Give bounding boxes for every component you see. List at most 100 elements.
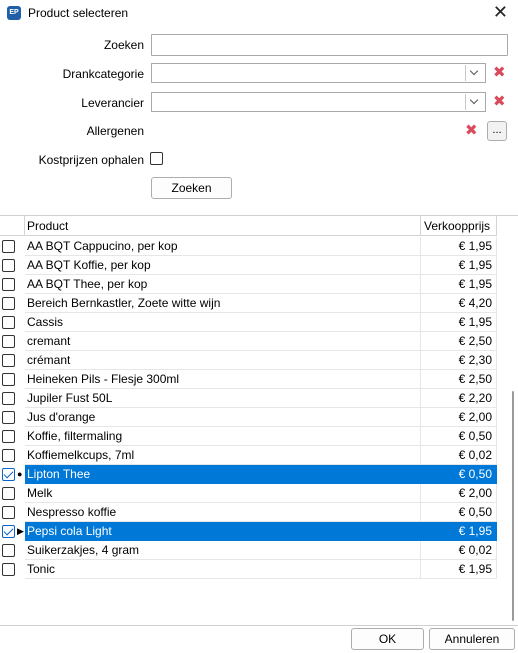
row-select-cell[interactable] — [0, 408, 17, 427]
row-select-cell[interactable] — [0, 503, 17, 522]
product-cell[interactable]: Pepsi cola Light — [25, 522, 421, 541]
row-checkbox[interactable] — [2, 487, 15, 500]
row-select-cell[interactable] — [0, 294, 17, 313]
product-cell[interactable]: Suikerzakjes, 4 gram — [25, 541, 421, 560]
table-row[interactable]: Koffiemelkcups, 7ml € 0,02 — [0, 446, 497, 465]
row-select-cell[interactable] — [0, 484, 17, 503]
product-cell[interactable]: Bereich Bernkastler, Zoete witte wijn — [25, 294, 421, 313]
table-row[interactable]: Jus d'orange € 2,00 — [0, 408, 497, 427]
price-cell[interactable]: € 0,02 — [421, 541, 497, 560]
table-row[interactable]: AA BQT Koffie, per kop € 1,95 — [0, 256, 497, 275]
row-select-cell[interactable] — [0, 351, 17, 370]
table-row[interactable]: ▶ Pepsi cola Light € 1,95 — [0, 522, 497, 541]
product-cell[interactable]: Nespresso koffie — [25, 503, 421, 522]
product-cell[interactable]: Cassis — [25, 313, 421, 332]
product-cell[interactable]: crémant — [25, 351, 421, 370]
product-cell[interactable]: Koffie, filtermaling — [25, 427, 421, 446]
cost-prices-checkbox[interactable] — [150, 152, 163, 165]
price-cell[interactable]: € 1,95 — [421, 275, 497, 294]
chevron-down-icon[interactable] — [465, 94, 483, 110]
row-select-cell[interactable] — [0, 275, 17, 294]
price-cell[interactable]: € 1,95 — [421, 313, 497, 332]
table-row[interactable]: Cassis € 1,95 — [0, 313, 497, 332]
row-checkbox[interactable] — [2, 525, 15, 538]
price-cell[interactable]: € 1,95 — [421, 560, 497, 579]
price-cell[interactable]: € 1,95 — [421, 237, 497, 256]
row-checkbox[interactable] — [2, 563, 15, 576]
row-checkbox[interactable] — [2, 297, 15, 310]
row-checkbox[interactable] — [2, 278, 15, 291]
close-icon[interactable]: ✕ — [493, 2, 508, 22]
header-price[interactable]: Verkoopprijs — [421, 216, 497, 236]
row-checkbox[interactable] — [2, 430, 15, 443]
table-row[interactable]: Nespresso koffie € 0,50 — [0, 503, 497, 522]
table-row[interactable]: AA BQT Thee, per kop € 1,95 — [0, 275, 497, 294]
row-select-cell[interactable] — [0, 560, 17, 579]
row-select-cell[interactable] — [0, 332, 17, 351]
row-checkbox[interactable] — [2, 354, 15, 367]
scrollbar-thumb[interactable] — [512, 391, 514, 621]
product-cell[interactable]: Jus d'orange — [25, 408, 421, 427]
table-row[interactable]: Jupiler Fust 50L € 2,20 — [0, 389, 497, 408]
product-cell[interactable]: Koffiemelkcups, 7ml — [25, 446, 421, 465]
price-cell[interactable]: € 1,95 — [421, 256, 497, 275]
price-cell[interactable]: € 0,02 — [421, 446, 497, 465]
product-cell[interactable]: Lipton Thee — [25, 465, 421, 484]
table-row[interactable]: Melk € 2,00 — [0, 484, 497, 503]
row-checkbox[interactable] — [2, 259, 15, 272]
table-row[interactable]: ● Lipton Thee € 0,50 — [0, 465, 497, 484]
row-select-cell[interactable] — [0, 465, 17, 484]
table-row[interactable]: crémant € 2,30 — [0, 351, 497, 370]
row-select-cell[interactable] — [0, 427, 17, 446]
table-row[interactable]: Koffie, filtermaling € 0,50 — [0, 427, 497, 446]
row-select-cell[interactable] — [0, 389, 17, 408]
row-checkbox[interactable] — [2, 411, 15, 424]
product-cell[interactable]: Heineken Pils - Flesje 300ml — [25, 370, 421, 389]
row-select-cell[interactable] — [0, 237, 17, 256]
row-select-cell[interactable] — [0, 256, 17, 275]
price-cell[interactable]: € 2,30 — [421, 351, 497, 370]
price-cell[interactable]: € 2,50 — [421, 332, 497, 351]
row-checkbox[interactable] — [2, 449, 15, 462]
search-input[interactable] — [151, 34, 508, 56]
clear-supplier-icon[interactable]: ✖ — [493, 94, 506, 110]
row-select-cell[interactable] — [0, 370, 17, 389]
price-cell[interactable]: € 2,00 — [421, 484, 497, 503]
row-select-cell[interactable] — [0, 446, 17, 465]
cancel-button[interactable]: Annuleren — [429, 628, 515, 650]
ok-button[interactable]: OK — [351, 628, 424, 650]
table-row[interactable]: Heineken Pils - Flesje 300ml € 2,50 — [0, 370, 497, 389]
price-cell[interactable]: € 0,50 — [421, 465, 497, 484]
price-cell[interactable]: € 2,00 — [421, 408, 497, 427]
row-select-cell[interactable] — [0, 313, 17, 332]
row-checkbox[interactable] — [2, 335, 15, 348]
product-cell[interactable]: Melk — [25, 484, 421, 503]
search-button[interactable]: Zoeken — [151, 177, 232, 199]
price-cell[interactable]: € 0,50 — [421, 427, 497, 446]
price-cell[interactable]: € 1,95 — [421, 522, 497, 541]
row-checkbox[interactable] — [2, 392, 15, 405]
row-checkbox[interactable] — [2, 544, 15, 557]
row-checkbox[interactable] — [2, 316, 15, 329]
clear-allergens-icon[interactable]: ✖ — [465, 123, 478, 139]
row-checkbox[interactable] — [2, 373, 15, 386]
allergens-picker-button[interactable]: ... — [487, 121, 507, 141]
table-row[interactable]: Suikerzakjes, 4 gram € 0,02 — [0, 541, 497, 560]
supplier-dropdown[interactable] — [151, 92, 486, 112]
vertical-scrollbar[interactable] — [503, 216, 518, 626]
clear-category-icon[interactable]: ✖ — [493, 65, 506, 81]
price-cell[interactable]: € 4,20 — [421, 294, 497, 313]
chevron-down-icon[interactable] — [465, 65, 483, 81]
product-cell[interactable]: Jupiler Fust 50L — [25, 389, 421, 408]
row-checkbox[interactable] — [2, 506, 15, 519]
header-product[interactable]: Product — [25, 216, 421, 236]
product-cell[interactable]: AA BQT Koffie, per kop — [25, 256, 421, 275]
table-row[interactable]: cremant € 2,50 — [0, 332, 497, 351]
row-checkbox[interactable] — [2, 240, 15, 253]
table-row[interactable]: AA BQT Cappucino, per kop € 1,95 — [0, 237, 497, 256]
product-cell[interactable]: Tonic — [25, 560, 421, 579]
row-select-cell[interactable] — [0, 522, 17, 541]
category-dropdown[interactable] — [151, 63, 486, 83]
row-select-cell[interactable] — [0, 541, 17, 560]
price-cell[interactable]: € 0,50 — [421, 503, 497, 522]
